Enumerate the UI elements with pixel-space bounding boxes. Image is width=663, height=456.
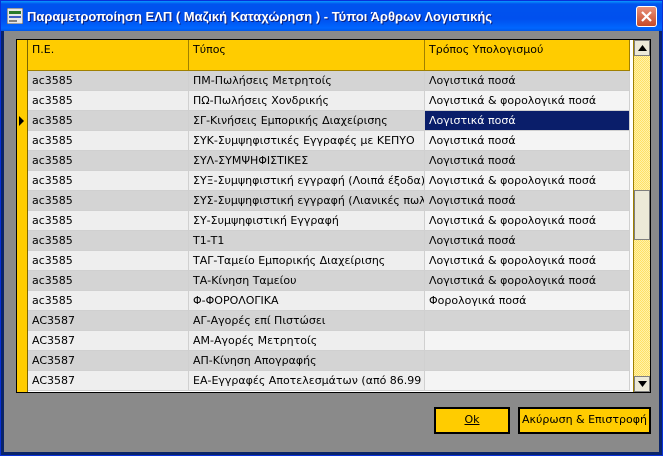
- cell-pe[interactable]: AC3587: [28, 351, 189, 371]
- table-row[interactable]: AC3587 ΑΓ-Αγορές επί Πιστώσει: [28, 311, 630, 331]
- cell-pe[interactable]: ac3585: [28, 171, 189, 191]
- cell-pe[interactable]: ac3585: [28, 251, 189, 271]
- table-row[interactable]: AC3587 ΑΠ-Κίνηση Απογραφής: [28, 351, 630, 371]
- table-row[interactable]: ac3585 ΠΜ-Πωλήσεις Μετρητοίς Λογιστικά ποσ…: [28, 71, 630, 91]
- cell-calc-method[interactable]: Λογιστικά ποσά: [425, 191, 630, 211]
- cancel-return-button[interactable]: Ακύρωση & Επιστροφή: [518, 407, 651, 434]
- window-title: Παραμετροποίηση ΕΛΠ ( Μαζική Καταχώρηση …: [27, 9, 493, 24]
- cell-calc-method[interactable]: [425, 331, 630, 351]
- data-grid[interactable]: Π.Ε. Τύπος Τρόπος Υπολογισμού ac3585 ΠΜ-Π…: [16, 39, 651, 393]
- cell-pe[interactable]: ac3585: [28, 291, 189, 311]
- cell-type[interactable]: ΕΑ-Εγγραφές Αποτελεσμάτων (από 86.99 έω…: [189, 371, 425, 391]
- table-row[interactable]: ac3585 ΣΥΛ-ΣΥΜΨΗΦΙΣΤΙΚΕΣ Λογιστικά ποσά: [28, 151, 630, 171]
- close-icon: [641, 11, 652, 22]
- cell-type[interactable]: ΣΥΚ-Συμψηφιστικές Εγγραφές με ΚΕΠΥΟ: [189, 131, 425, 151]
- ok-button-label: Ok: [464, 413, 480, 426]
- app-icon: [6, 7, 24, 25]
- table-row[interactable]: ac3585 ΣΥΚ-Συμψηφιστικές Εγγραφές με ΚΕΠΥ…: [28, 131, 630, 151]
- table-row[interactable]: ac3585 Τ1-Τ1 Λογιστικά ποσά: [28, 231, 630, 251]
- table-row[interactable]: AC3587 ΕΑ-Εγγραφές Αποτελεσμάτων (από 86.…: [28, 371, 630, 391]
- current-row-pointer-icon: [19, 116, 24, 126]
- cell-calc-method[interactable]: Λογιστικά & φορολογικά ποσά: [425, 91, 630, 111]
- cell-pe[interactable]: ac3585: [28, 91, 189, 111]
- cell-type[interactable]: ΤΑΓ-Ταμείο Εμπορικής Διαχείρισης: [189, 251, 425, 271]
- cell-pe[interactable]: AC3587: [28, 311, 189, 331]
- cell-type[interactable]: ΠΩ-Πωλήσεις Χονδρικής: [189, 91, 425, 111]
- cell-calc-method[interactable]: Λογιστικά & φορολογικά ποσά: [425, 271, 630, 291]
- table-row[interactable]: ac3585 ΤΑΓ-Ταμείο Εμπορικής Διαχείρισης Λο…: [28, 251, 630, 271]
- cell-type[interactable]: ΣΓ-Κινήσεις Εμπορικής Διαχείρισης: [189, 111, 425, 131]
- table-row[interactable]: ac3585 ΣΥΞ-Συμψηφιστική εγγραφή (Λοιπά έξ…: [28, 171, 630, 191]
- table-row[interactable]: ac3585 Φ-ΦΟΡΟΛΟΓΙΚΑ Φορολογικά ποσά: [28, 291, 630, 311]
- table-row[interactable]: ac3585 ΣΓ-Κινήσεις Εμπορικής Διαχείρισης Λ…: [28, 111, 630, 131]
- table-row[interactable]: ac3585 ΣΥ-Συμψηφιστική Εγγραφή Λογιστικά &…: [28, 211, 630, 231]
- cancel-button-label: Ακύρωση & Επιστροφή: [522, 413, 647, 426]
- cell-pe[interactable]: ac3585: [28, 211, 189, 231]
- cell-calc-method[interactable]: Λογιστικά & φορολογικά ποσά: [425, 171, 630, 191]
- cell-calc-method[interactable]: Λογιστικά ποσά: [425, 151, 630, 171]
- row-selector-gutter[interactable]: [17, 40, 28, 392]
- cell-type[interactable]: ΣΥΞ-Συμψηφιστική εγγραφή (Λοιπά έξοδα): [189, 171, 425, 191]
- cell-calc-method[interactable]: Λογιστικά & φορολογικά ποσά: [425, 211, 630, 231]
- cell-pe[interactable]: ac3585: [28, 71, 189, 91]
- cell-calc-method[interactable]: Λογιστικά ποσά: [425, 131, 630, 151]
- table-row[interactable]: AC3587 ΑΜ-Αγορές Μετρητοίς: [28, 331, 630, 351]
- cell-pe[interactable]: ac3585: [28, 271, 189, 291]
- cell-calc-method[interactable]: Λογιστικά ποσά: [425, 231, 630, 251]
- column-header-pe[interactable]: Π.Ε.: [28, 40, 189, 71]
- cell-type[interactable]: ΣΥΣ-Συμψηφιστική εγγραφή (Λιανικές πωλή…: [189, 191, 425, 211]
- cell-type[interactable]: ΑΓ-Αγορές επί Πιστώσει: [189, 311, 425, 331]
- arrow-up-icon: [638, 45, 647, 51]
- cell-calc-method[interactable]: [425, 371, 630, 391]
- cell-pe[interactable]: AC3587: [28, 331, 189, 351]
- cell-pe[interactable]: ac3585: [28, 111, 189, 131]
- scroll-up-button[interactable]: [634, 40, 650, 56]
- column-header-calc-method[interactable]: Τρόπος Υπολογισμού: [425, 40, 630, 71]
- cell-pe[interactable]: ac3585: [28, 131, 189, 151]
- cell-type[interactable]: ΣΥΛ-ΣΥΜΨΗΦΙΣΤΙΚΕΣ: [189, 151, 425, 171]
- close-button[interactable]: [636, 6, 657, 27]
- cell-type[interactable]: ΑΠ-Κίνηση Απογραφής: [189, 351, 425, 371]
- dialog-window: Παραμετροποίηση ΕΛΠ ( Μαζική Καταχώρηση …: [0, 0, 663, 456]
- scroll-thumb[interactable]: [634, 190, 650, 240]
- cell-calc-method[interactable]: [425, 311, 630, 331]
- cell-type[interactable]: ΠΜ-Πωλήσεις Μετρητοίς: [189, 71, 425, 91]
- cell-calc-method[interactable]: [425, 351, 630, 371]
- dialog-body: Π.Ε. Τύπος Τρόπος Υπολογισμού ac3585 ΠΜ-Π…: [4, 31, 659, 452]
- cell-type[interactable]: ΑΜ-Αγορές Μετρητοίς: [189, 331, 425, 351]
- grid-header: Π.Ε. Τύπος Τρόπος Υπολογισμού: [28, 40, 630, 71]
- grid-rows: ac3585 ΠΜ-Πωλήσεις Μετρητοίς Λογιστικά ποσ…: [28, 71, 630, 391]
- vertical-scrollbar[interactable]: [633, 40, 650, 392]
- cell-type[interactable]: Φ-ΦΟΡΟΛΟΓΙΚΑ: [189, 291, 425, 311]
- cell-pe[interactable]: ac3585: [28, 151, 189, 171]
- cell-type[interactable]: ΣΥ-Συμψηφιστική Εγγραφή: [189, 211, 425, 231]
- ok-button[interactable]: Ok: [434, 407, 510, 434]
- cell-type[interactable]: ΤΑ-Κίνηση Ταμείου: [189, 271, 425, 291]
- cell-pe[interactable]: ac3585: [28, 191, 189, 211]
- cell-calc-method[interactable]: Λογιστικά & φορολογικά ποσά: [425, 251, 630, 271]
- column-header-type[interactable]: Τύπος: [189, 40, 425, 71]
- arrow-down-icon: [638, 381, 647, 387]
- table-row[interactable]: ac3585 ΤΑ-Κίνηση Ταμείου Λογιστικά & φορολ…: [28, 271, 630, 291]
- table-row[interactable]: ac3585 ΣΥΣ-Συμψηφιστική εγγραφή (Λιανικές…: [28, 191, 630, 211]
- cell-pe[interactable]: ac3585: [28, 231, 189, 251]
- cell-pe[interactable]: AC3587: [28, 371, 189, 391]
- cell-type[interactable]: Τ1-Τ1: [189, 231, 425, 251]
- scroll-down-button[interactable]: [634, 376, 650, 392]
- cell-calc-method[interactable]: Λογιστικά ποσά: [425, 111, 630, 131]
- table-row[interactable]: ac3585 ΠΩ-Πωλήσεις Χονδρικής Λογιστικά & φ…: [28, 91, 630, 111]
- title-bar[interactable]: Παραμετροποίηση ΕΛΠ ( Μαζική Καταχώρηση …: [1, 1, 662, 31]
- cell-calc-method[interactable]: Λογιστικά ποσά: [425, 71, 630, 91]
- cell-calc-method[interactable]: Φορολογικά ποσά: [425, 291, 630, 311]
